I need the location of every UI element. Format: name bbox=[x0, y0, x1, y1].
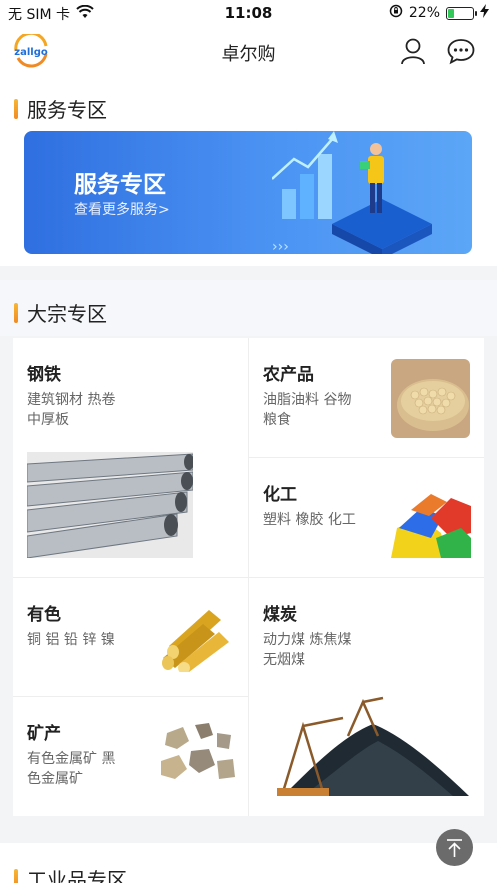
category-minerals[interactable]: 矿产 有色金属矿 黑 色金属矿 bbox=[13, 697, 249, 816]
service-section-title: 服务专区 bbox=[27, 98, 107, 122]
battery-icon bbox=[446, 6, 477, 20]
category-title: 煤炭 bbox=[263, 605, 297, 625]
category-chemical[interactable]: 化工 塑料 橡胶 化工 bbox=[249, 458, 484, 578]
soybeans-image bbox=[391, 359, 470, 438]
category-desc: 铜 铝 铅 锌 镍 bbox=[27, 632, 115, 648]
industrial-section-title: 工业品专区 bbox=[27, 868, 127, 883]
orientation-lock-icon bbox=[389, 4, 403, 22]
section-accent-bar bbox=[14, 302, 18, 323]
category-desc: 建筑钢材 热卷 中厚板 bbox=[27, 392, 116, 428]
svg-text:›››: ››› bbox=[272, 239, 289, 254]
nav-bar: zallgo 卓尔购 bbox=[0, 26, 497, 78]
category-title: 化工 bbox=[263, 485, 297, 505]
section-accent-bar bbox=[14, 98, 18, 119]
bulk-section-header: 大宗专区 bbox=[14, 298, 107, 327]
steel-pipes-image bbox=[27, 452, 193, 558]
user-icon[interactable] bbox=[398, 36, 428, 66]
category-nonferrous[interactable]: 有色 铜 铝 铅 锌 镍 bbox=[13, 578, 249, 697]
message-icon[interactable] bbox=[446, 36, 476, 66]
charging-icon bbox=[480, 4, 489, 22]
category-desc: 有色金属矿 黑 色金属矿 bbox=[27, 751, 116, 787]
mineral-ores-image bbox=[161, 723, 235, 779]
status-bar: 无 SIM 卡 11:08 22% bbox=[0, 0, 497, 26]
category-coal[interactable]: 煤炭 动力煤 炼焦煤 无烟煤 bbox=[249, 578, 484, 816]
category-desc: 动力煤 炼焦煤 无烟煤 bbox=[263, 632, 352, 668]
category-title: 有色 bbox=[27, 605, 61, 625]
category-desc: 油脂油料 谷物 粮食 bbox=[263, 392, 352, 428]
category-title: 农产品 bbox=[263, 365, 314, 385]
category-agriculture[interactable]: 农产品 油脂油料 谷物 粮食 bbox=[249, 338, 484, 458]
arrow-up-icon bbox=[447, 839, 462, 857]
category-title: 钢铁 bbox=[27, 365, 61, 385]
industrial-section-header: 工业品专区 bbox=[14, 864, 127, 883]
banner-title: 服务专区 bbox=[74, 172, 166, 198]
banner-link[interactable]: 查看更多服务> bbox=[74, 199, 170, 219]
growth-chart-illustration: ››› bbox=[272, 131, 432, 254]
service-section-header: 服务专区 bbox=[14, 94, 107, 123]
service-banner[interactable]: 服务专区 查看更多服务> ››› bbox=[24, 131, 472, 254]
category-steel[interactable]: 钢铁 建筑钢材 热卷 中厚板 bbox=[13, 338, 249, 578]
section-accent-bar bbox=[14, 868, 18, 883]
battery-percent: 22% bbox=[408, 5, 440, 21]
brass-rods-image bbox=[162, 610, 229, 672]
bulk-section-title: 大宗专区 bbox=[27, 302, 107, 326]
back-to-top-button[interactable] bbox=[436, 829, 473, 866]
category-title: 矿产 bbox=[27, 724, 61, 744]
bulk-category-grid: 钢铁 建筑钢材 热卷 中厚板 农产品 油脂油料 谷物 粮食 化工 塑料 橡胶 化… bbox=[13, 338, 484, 816]
category-desc: 塑料 橡胶 化工 bbox=[263, 512, 356, 528]
coal-pile-image bbox=[263, 696, 469, 796]
plastic-pellets-image bbox=[391, 494, 471, 558]
